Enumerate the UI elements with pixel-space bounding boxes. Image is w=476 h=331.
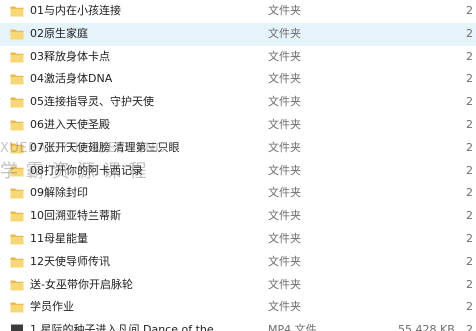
file-date: 2 bbox=[466, 72, 473, 86]
folder-icon bbox=[10, 97, 24, 108]
file-row[interactable]: 1 星际的种子进入凡间 Dance of the MP4 文件 55,428 KB 2 bbox=[0, 319, 476, 331]
folder-icon bbox=[10, 302, 24, 313]
folder-icon bbox=[10, 166, 24, 177]
file-list: 01与内在小孩连接 文件夹 2 02原生家庭 文件夹 2 03释放身体卡点 文件夹 2 04激活身… bbox=[0, 0, 476, 331]
file-type: 文件夹 bbox=[268, 117, 301, 131]
file-name: 10回溯亚特兰蒂斯 bbox=[30, 209, 121, 223]
file-name: 11母星能量 bbox=[30, 231, 88, 245]
file-name: 12天使导师传讯 bbox=[30, 254, 110, 268]
file-type: 文件夹 bbox=[268, 209, 301, 223]
folder-icon bbox=[10, 74, 24, 85]
file-size: 55,428 KB bbox=[398, 323, 455, 331]
file-date: 2 bbox=[466, 231, 473, 245]
file-date: 2 bbox=[466, 4, 473, 17]
file-name: 09解除封印 bbox=[30, 186, 88, 200]
file-type: 文件夹 bbox=[268, 277, 301, 291]
folder-icon bbox=[10, 257, 24, 268]
file-name: 03释放身体卡点 bbox=[30, 49, 110, 63]
file-name: 08打开你的阿卡西记录 bbox=[30, 163, 143, 177]
file-date: 2 bbox=[466, 300, 473, 314]
file-type: 文件夹 bbox=[268, 95, 301, 109]
file-type: MP4 文件 bbox=[268, 323, 317, 331]
file-date: 2 bbox=[466, 140, 473, 154]
file-name: 1 星际的种子进入凡间 Dance of the bbox=[30, 323, 214, 331]
file-type: 文件夹 bbox=[268, 254, 301, 268]
file-type: 文件夹 bbox=[268, 140, 301, 154]
file-name: 06进入天使圣殿 bbox=[30, 117, 110, 131]
folder-row[interactable]: 07张开天使翅膀 清理第三只眼 文件夹 2 bbox=[0, 137, 476, 160]
file-type: 文件夹 bbox=[268, 163, 301, 177]
folder-row[interactable]: 03释放身体卡点 文件夹 2 bbox=[0, 46, 476, 69]
folder-row[interactable]: 06进入天使圣殿 文件夹 2 bbox=[0, 114, 476, 137]
folder-icon bbox=[10, 120, 24, 131]
file-date: 2 bbox=[466, 277, 473, 291]
file-name: 学员作业 bbox=[30, 300, 74, 314]
file-type: 文件夹 bbox=[268, 72, 301, 86]
file-name: 04激活身体DNA bbox=[30, 72, 113, 86]
folder-icon bbox=[10, 29, 24, 40]
file-date: 2 bbox=[466, 49, 473, 63]
file-date: 2 bbox=[466, 26, 473, 40]
folder-row[interactable]: 09解除封印 文件夹 2 bbox=[0, 182, 476, 205]
file-date: 2 bbox=[466, 254, 473, 268]
video-file-icon bbox=[11, 324, 23, 331]
file-date: 2 bbox=[466, 95, 473, 109]
folder-icon bbox=[10, 143, 24, 154]
folder-row[interactable]: 学员作业 文件夹 2 bbox=[0, 296, 476, 319]
file-name: 05连接指导灵、守护天使 bbox=[30, 95, 154, 109]
folder-icon bbox=[10, 234, 24, 245]
file-type: 文件夹 bbox=[268, 49, 301, 63]
file-type: 文件夹 bbox=[268, 26, 301, 40]
file-date: 2 bbox=[466, 117, 473, 131]
file-date: 2 bbox=[466, 323, 473, 331]
folder-row[interactable]: 01与内在小孩连接 文件夹 2 bbox=[0, 0, 476, 23]
file-date: 2 bbox=[466, 163, 473, 177]
folder-icon bbox=[10, 211, 24, 222]
folder-icon bbox=[10, 52, 24, 63]
folder-row[interactable]: 11母星能量 文件夹 2 bbox=[0, 228, 476, 251]
file-type: 文件夹 bbox=[268, 4, 301, 17]
file-name: 01与内在小孩连接 bbox=[30, 4, 121, 17]
file-date: 2 bbox=[466, 186, 473, 200]
folder-row[interactable]: 04激活身体DNA 文件夹 2 bbox=[0, 68, 476, 91]
file-name: 07张开天使翅膀 清理第三只眼 bbox=[30, 140, 180, 154]
folder-icon bbox=[10, 6, 24, 17]
folder-row[interactable]: 12天使导师传讯 文件夹 2 bbox=[0, 251, 476, 274]
folder-row[interactable]: 02原生家庭 文件夹 2 bbox=[0, 22, 476, 46]
folder-row[interactable]: 05连接指导灵、守护天使 文件夹 2 bbox=[0, 91, 476, 114]
folder-row[interactable]: 送-女巫带你开启脉轮 文件夹 2 bbox=[0, 274, 476, 297]
file-name: 02原生家庭 bbox=[30, 26, 88, 40]
file-type: 文件夹 bbox=[268, 231, 301, 245]
folder-icon bbox=[10, 188, 24, 199]
file-name: 送-女巫带你开启脉轮 bbox=[30, 277, 133, 291]
folder-row[interactable]: 10回溯亚特兰蒂斯 文件夹 2 bbox=[0, 205, 476, 228]
file-date: 2 bbox=[466, 209, 473, 223]
file-type: 文件夹 bbox=[268, 186, 301, 200]
folder-row[interactable]: 08打开你的阿卡西记录 文件夹 2 bbox=[0, 160, 476, 183]
file-type: 文件夹 bbox=[268, 300, 301, 314]
folder-icon bbox=[10, 280, 24, 291]
